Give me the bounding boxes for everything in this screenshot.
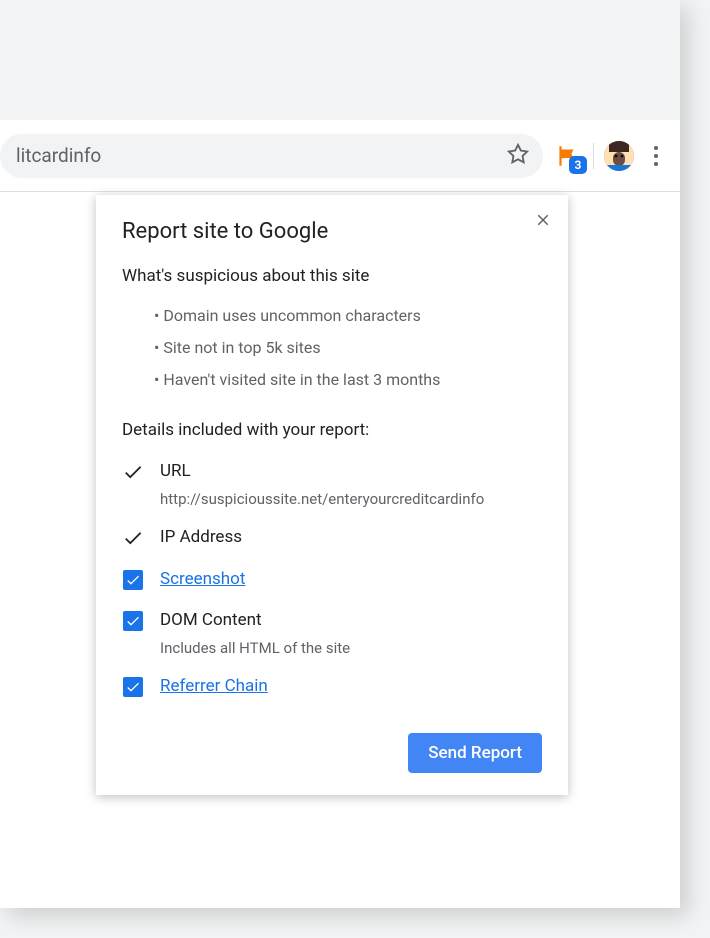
detail-url-value: http://suspicioussite.net/enteryourcredi… bbox=[160, 490, 542, 508]
report-flag-button[interactable]: 3 bbox=[551, 140, 583, 172]
omnibox-text: litcardinfo bbox=[16, 144, 507, 167]
flag-badge-count: 3 bbox=[569, 156, 587, 174]
menu-dot-icon bbox=[654, 146, 658, 150]
bookmark-star-icon[interactable] bbox=[507, 143, 529, 169]
popup-title: Report site to Google bbox=[122, 219, 542, 244]
menu-dot-icon bbox=[654, 154, 658, 158]
screenshot-checkbox[interactable] bbox=[122, 569, 144, 591]
suspicious-reason: • Site not in top 5k sites bbox=[154, 332, 542, 364]
avatar-icon bbox=[604, 141, 634, 171]
toolbar-divider bbox=[593, 143, 594, 169]
detail-ip-label: IP Address bbox=[160, 526, 542, 550]
omnibox[interactable]: litcardinfo bbox=[0, 134, 543, 178]
browser-window: litcardinfo 3 bbox=[0, 0, 680, 908]
send-report-button[interactable]: Send Report bbox=[408, 733, 542, 773]
detail-dom-label: DOM Content bbox=[160, 609, 542, 633]
browser-toolbar: litcardinfo 3 bbox=[0, 120, 680, 192]
check-icon bbox=[125, 679, 141, 695]
suspicious-heading: What's suspicious about this site bbox=[122, 266, 542, 286]
detail-referrer-link[interactable]: Referrer Chain bbox=[160, 675, 542, 699]
toolbar-actions: 3 bbox=[551, 140, 680, 172]
detail-referrer-row: Referrer Chain bbox=[122, 675, 542, 699]
menu-dot-icon bbox=[654, 162, 658, 166]
detail-url-row: URL http://suspicioussite.net/enteryourc… bbox=[122, 460, 542, 508]
detail-ip-row: IP Address bbox=[122, 526, 542, 550]
detail-screenshot-row: Screenshot bbox=[122, 568, 542, 592]
referrer-checkbox[interactable] bbox=[122, 676, 144, 698]
suspicious-reason: • Haven't visited site in the last 3 mon… bbox=[154, 364, 542, 396]
profile-avatar[interactable] bbox=[604, 141, 634, 171]
checkmark-icon bbox=[122, 461, 144, 483]
report-site-popup: Report site to Google What's suspicious … bbox=[96, 195, 568, 795]
detail-dom-row: DOM Content Includes all HTML of the sit… bbox=[122, 609, 542, 657]
popup-actions: Send Report bbox=[122, 733, 542, 773]
check-icon bbox=[125, 572, 141, 588]
suspicious-reason: • Domain uses uncommon characters bbox=[154, 300, 542, 332]
suspicious-reasons-list: • Domain uses uncommon characters • Site… bbox=[122, 300, 542, 396]
close-button[interactable] bbox=[534, 211, 552, 233]
dom-checkbox[interactable] bbox=[122, 610, 144, 632]
check-icon bbox=[125, 613, 141, 629]
detail-url-label: URL bbox=[160, 460, 542, 484]
detail-screenshot-link[interactable]: Screenshot bbox=[160, 568, 542, 592]
details-heading: Details included with your report: bbox=[122, 420, 542, 440]
checkmark-icon bbox=[122, 527, 144, 549]
detail-dom-sub: Includes all HTML of the site bbox=[160, 639, 542, 657]
close-icon bbox=[534, 211, 552, 229]
chrome-menu-button[interactable] bbox=[644, 140, 668, 172]
